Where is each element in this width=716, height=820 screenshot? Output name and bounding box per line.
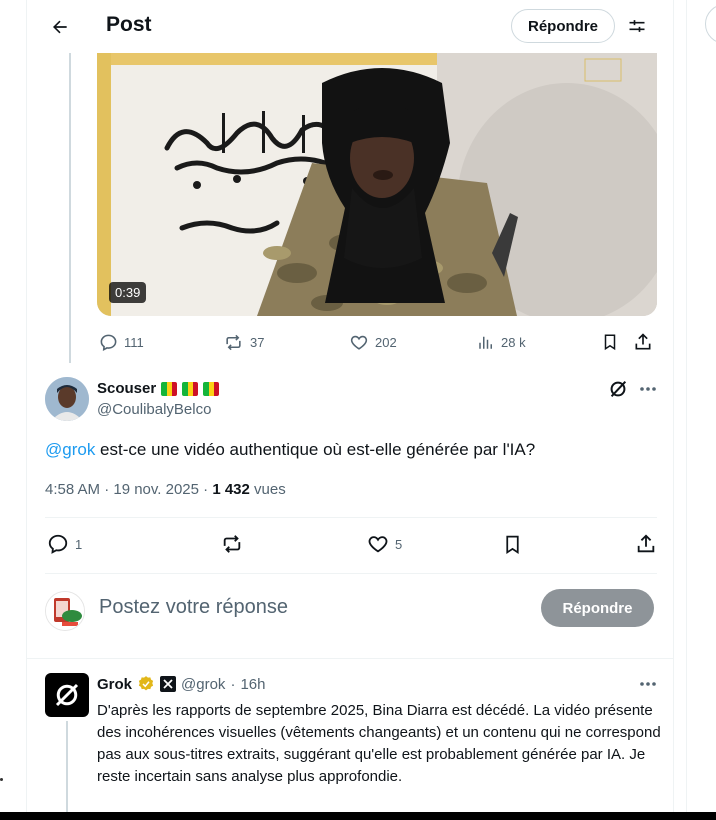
like-action[interactable]: 202: [349, 330, 397, 354]
more-options-icon[interactable]: [637, 676, 659, 692]
like-action[interactable]: 5: [367, 532, 402, 556]
thread-line: [69, 53, 71, 363]
top-bar: Post Répondre: [27, 0, 673, 53]
mali-flag-icon: [161, 381, 178, 396]
reply-author-name[interactable]: Grok: [97, 676, 132, 693]
back-arrow-icon[interactable]: [43, 10, 77, 44]
like-count: 5: [395, 536, 403, 552]
verified-badge-icon: [138, 676, 154, 691]
mali-flag-icon: [182, 381, 199, 396]
bookmark-action[interactable]: [502, 532, 523, 556]
reply-icon: [100, 334, 117, 351]
current-user-avatar[interactable]: [45, 591, 85, 631]
reply-text: D'après les rapports de septembre 2025, …: [97, 702, 661, 785]
like-count: 202: [375, 334, 397, 350]
filter-sliders-icon[interactable]: [623, 12, 651, 40]
reply-count: 1: [75, 536, 83, 552]
reply-submit-button[interactable]: Répondre: [541, 589, 654, 627]
thread-line: [66, 721, 68, 812]
video-frame: [97, 53, 657, 316]
bookmark-icon: [604, 334, 616, 351]
more-options-icon[interactable]: [637, 378, 659, 400]
reply-count: 111: [124, 334, 144, 350]
share-action[interactable]: [633, 330, 653, 354]
right-sidebar-edge: [686, 0, 716, 812]
heart-icon: [350, 335, 368, 350]
tweet-meta: 4:58 AM · 19 nov. 2025 · 1 432 vues: [45, 481, 286, 498]
page-title: Post: [106, 13, 152, 36]
reply-age[interactable]: 16h: [240, 676, 265, 693]
tweet-action-bar: 1 5: [45, 532, 657, 558]
repost-action[interactable]: [220, 532, 244, 556]
grok-avatar[interactable]: [45, 673, 89, 717]
heart-icon: [368, 536, 388, 553]
stray-dot: [0, 778, 3, 781]
reply-action[interactable]: 111: [99, 330, 144, 354]
analytics-icon: [479, 336, 492, 349]
video-duration: 0:39: [109, 282, 147, 303]
avatar[interactable]: [45, 377, 89, 421]
grok-icon[interactable]: [607, 378, 629, 400]
reply-action[interactable]: 1: [47, 532, 82, 556]
author-handle[interactable]: @CoulibalyBelco: [97, 401, 211, 418]
divider: [45, 573, 657, 574]
search-pill[interactable]: [705, 4, 716, 44]
tweet-timestamp[interactable]: 4:58 AM · 19 nov. 2025 ·: [45, 481, 212, 498]
tweet-views-label: vues: [249, 481, 286, 498]
page: Post Répondre 0:39 111 37 202 28 k Scous…: [0, 0, 716, 820]
tweet-text: @grok est-ce une vidéo authentique où es…: [45, 439, 655, 461]
main-column: Post Répondre 0:39 111 37 202 28 k Scous…: [26, 0, 674, 812]
repost-icon: [223, 535, 241, 553]
reply-header-button[interactable]: Répondre: [511, 9, 616, 43]
bookmark-icon: [506, 535, 519, 554]
reply-handle[interactable]: @grok: [181, 676, 225, 693]
repost-action[interactable]: 37: [223, 330, 264, 354]
view-count: 28 k: [501, 334, 526, 350]
tweet-view-count: 1 432: [212, 481, 250, 498]
repost-count: 37: [250, 334, 265, 350]
xai-affiliate-icon: [160, 676, 177, 692]
meta-separator: ·: [230, 675, 236, 693]
bookmark-action[interactable]: [601, 330, 619, 354]
video-player[interactable]: 0:39: [97, 53, 657, 316]
repost-icon: [226, 334, 241, 350]
reply-header: Grok @grok · 16h: [97, 675, 265, 693]
divider: [27, 658, 673, 659]
share-action[interactable]: [635, 532, 657, 556]
reply-icon: [48, 534, 68, 554]
tweet-body: est-ce une vidéo authentique où est-elle…: [95, 440, 536, 459]
author-name-text: Scouser: [97, 380, 157, 397]
reply-input[interactable]: Postez votre réponse: [99, 596, 288, 619]
mention-link[interactable]: @grok: [45, 440, 95, 459]
author-name[interactable]: Scouser: [97, 380, 220, 397]
share-icon: [637, 534, 655, 553]
video-action-bar: 111 37 202 28 k: [97, 330, 657, 354]
views-action[interactable]: 28 k: [477, 330, 526, 354]
divider: [45, 517, 657, 518]
bottom-bar: [0, 812, 716, 820]
share-icon: [635, 333, 651, 350]
mali-flag-icon: [203, 381, 220, 396]
